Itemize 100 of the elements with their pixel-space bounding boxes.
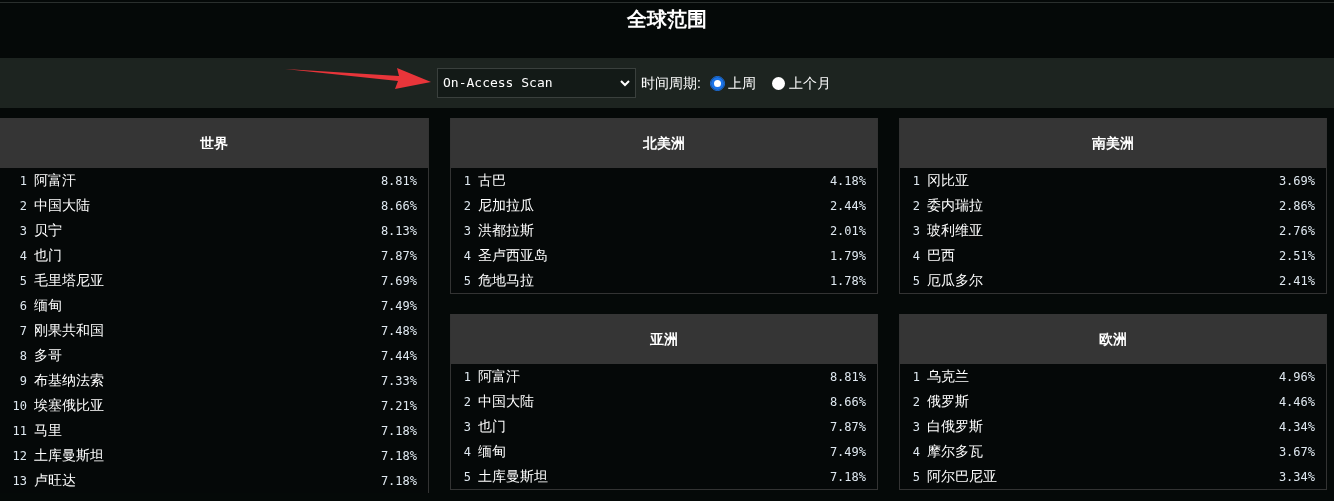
country-name: 阿尔巴尼亚 [927,467,998,486]
percentage-value: 8.81% [380,172,417,190]
country-name: 也门 [34,246,63,265]
percentage-value: 7.18% [380,447,417,465]
scan-select[interactable]: On-Access Scan [437,68,636,98]
percentage-value: 2.41% [1278,272,1315,290]
country-name: 土库曼斯坦 [34,446,105,465]
percentage-value: 3.34% [1278,468,1315,486]
radio-selected[interactable] [710,76,724,90]
rank-number: 5 [911,272,920,290]
rank-number: 1 [462,172,471,190]
rank-number: 11 [11,422,27,440]
rank-number: 1 [911,172,920,190]
percentage-value: 7.49% [829,443,866,461]
panel-title: 亚洲 [650,329,678,349]
rank-number: 2 [911,197,920,215]
rank-number: 5 [462,272,471,290]
country-name: 土库曼斯坦 [478,467,549,486]
country-name: 俄罗斯 [927,392,970,411]
percentage-value: 3.69% [1278,172,1315,190]
rank-number: 3 [911,418,920,436]
country-name: 乌克兰 [927,367,970,386]
country-name: 圣卢西亚岛 [478,246,549,265]
rank-number: 7 [18,322,27,340]
country-name: 摩尔多瓦 [927,442,984,461]
rank-number: 1 [462,368,471,386]
country-name: 委内瑞拉 [927,196,984,215]
country-name: 卢旺达 [34,471,77,490]
country-name: 冈比亚 [927,171,970,190]
rank-number: 3 [18,222,27,240]
percentage-value: 4.46% [1278,393,1315,411]
percentage-value: 7.49% [380,297,417,315]
country-name: 多哥 [34,346,63,365]
percentage-value: 8.81% [829,368,866,386]
country-name: 也门 [478,417,507,436]
rank-number: 2 [462,393,471,411]
rank-number: 2 [462,197,471,215]
rank-number: 5 [462,468,471,486]
percentage-value: 1.79% [829,247,866,265]
percentage-value: 2.76% [1278,222,1315,240]
chevron-down-icon [620,79,630,87]
rank-number: 10 [11,397,27,415]
country-name: 毛里塔尼亚 [34,271,105,290]
panel-title: 南美洲 [1092,133,1134,153]
country-name: 马里 [34,421,63,440]
percentage-value: 7.21% [380,397,417,415]
country-name: 洪都拉斯 [478,221,535,240]
percentage-value: 3.67% [1278,443,1315,461]
percentage-value: 8.13% [380,222,417,240]
period-radio[interactable]: 上周 [710,72,756,94]
rank-number: 13 [11,472,27,490]
percentage-value: 7.48% [380,322,417,340]
rank-number: 3 [911,222,920,240]
percentage-value: 2.44% [829,197,866,215]
percentage-value: 7.33% [380,372,417,390]
rank-number: 1 [911,368,920,386]
country-name: 阿富汗 [478,367,521,386]
country-name: 危地马拉 [478,271,535,290]
rank-number: 12 [11,447,27,465]
rank-number: 1 [18,172,27,190]
country-name: 阿富汗 [34,171,77,190]
percentage-value: 4.96% [1278,368,1315,386]
percentage-value: 2.86% [1278,197,1315,215]
country-name: 刚果共和国 [34,321,105,340]
percentage-value: 8.66% [829,393,866,411]
panel-title: 欧洲 [1099,329,1127,349]
period-label: 时间周期: [641,73,701,93]
country-name: 布基纳法索 [34,371,105,390]
rank-number: 3 [462,222,471,240]
percentage-value: 2.51% [1278,247,1315,265]
percentage-value: 4.18% [829,172,866,190]
percentage-value: 7.18% [829,468,866,486]
rank-number: 3 [462,418,471,436]
page-title: 全球范围 [627,6,707,32]
percentage-value: 7.69% [380,272,417,290]
rank-number: 4 [18,247,27,265]
rank-number: 4 [462,247,471,265]
rank-number: 5 [18,272,27,290]
rank-number: 5 [911,468,920,486]
period-radio[interactable]: 上个月 [771,72,831,94]
rank-number: 2 [18,197,27,215]
panel-title: 世界 [200,133,228,153]
percentage-value: 7.18% [380,422,417,440]
radio-unselected[interactable] [771,76,785,90]
country-name: 白俄罗斯 [927,417,984,436]
rank-number: 4 [911,247,920,265]
percentage-value: 7.18% [380,472,417,490]
rank-number: 9 [18,372,27,390]
rank-number: 8 [18,347,27,365]
rank-number: 4 [462,443,471,461]
percentage-value: 8.66% [380,197,417,215]
country-name: 贝宁 [34,221,63,240]
rank-number: 6 [18,297,27,315]
country-name: 中国大陆 [478,392,535,411]
percentage-value: 1.78% [829,272,866,290]
rank-number: 2 [911,393,920,411]
country-name: 厄瓜多尔 [927,271,984,290]
country-name: 中国大陆 [34,196,91,215]
country-name: 玻利维亚 [927,221,984,240]
percentage-value: 4.34% [1278,418,1315,436]
